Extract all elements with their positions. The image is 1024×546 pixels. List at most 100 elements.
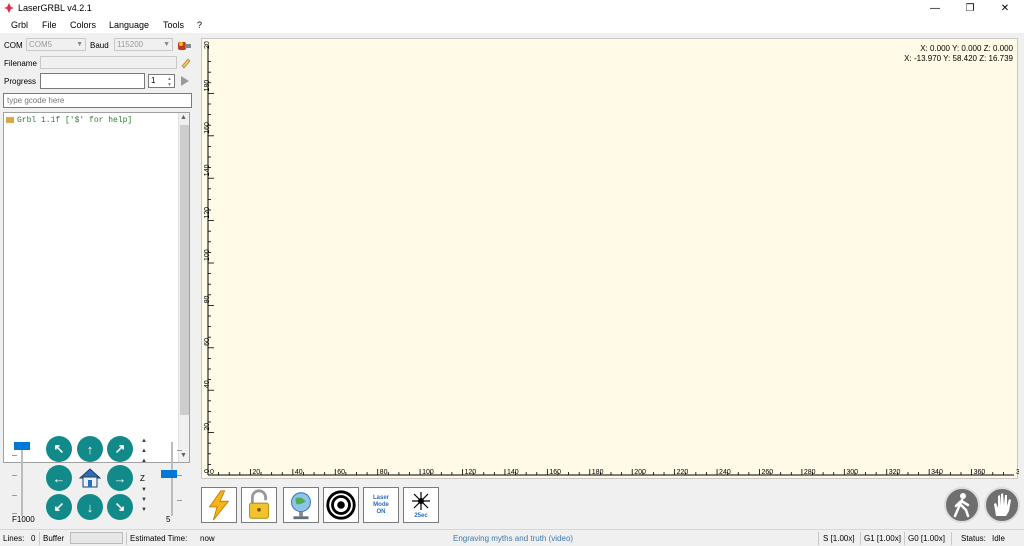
slider-tick (177, 500, 182, 501)
feed-rate-label: F1000 (12, 515, 35, 524)
z-up-small-button[interactable]: ▲ (141, 458, 147, 464)
feed-slider-track (21, 442, 23, 516)
arrow-down-left-icon: ↙ (53, 499, 65, 514)
g1-override[interactable]: G1 [1.00x] (864, 534, 901, 543)
plot-axes: 0 20 40 60 80 100 120 140 160 180 200 220 240 260 280 3… (204, 41, 1019, 476)
jog-down-right-button[interactable]: ↘ (107, 494, 133, 520)
menu-colors[interactable]: Colors (70, 20, 96, 30)
menu-tools[interactable]: Tools (163, 20, 184, 30)
work-area-preview[interactable]: 0 20 40 60 80 100 120 140 160 180 200 220 240 260 280 3… (201, 38, 1019, 479)
minimize-button[interactable]: — (920, 0, 950, 17)
x-tick-label: 260 (761, 469, 773, 476)
jog-down-left-button[interactable]: ↙ (46, 494, 72, 520)
buffer-progress-bar (70, 532, 123, 544)
x-tick-label: 320 (889, 469, 901, 476)
progress-bar (40, 73, 145, 89)
status-bar: Lines: 0 Buffer Estimated Time: now Engr… (0, 529, 1024, 546)
x-tick-label: 300 (846, 469, 858, 476)
step-slider-thumb[interactable] (161, 470, 177, 478)
scroll-down-icon[interactable]: ▼ (180, 452, 187, 459)
engraving-myths-link[interactable]: Engraving myths and truth (video) (453, 534, 573, 543)
y-tick-label: 140 (204, 164, 211, 176)
z-down-small-button[interactable]: ▼ (141, 487, 147, 493)
menu-language[interactable]: Language (109, 20, 149, 30)
connect-icon[interactable] (177, 39, 192, 52)
home-icon[interactable] (77, 465, 103, 491)
baud-label: Baud (90, 41, 109, 50)
slider-tick (177, 475, 182, 476)
com-port-value: COM5 (29, 40, 53, 49)
x-tick-label: 160 (549, 469, 561, 476)
progress-label: Progress (4, 77, 37, 86)
console-scrollbar[interactable]: ▲ ▼ (178, 113, 189, 462)
estimated-time-value: now (200, 534, 215, 543)
feed-slider-thumb[interactable] (14, 442, 30, 450)
menu-grbl[interactable]: Grbl (11, 20, 28, 30)
x-tick-label: 280 (804, 469, 816, 476)
z-down-medium-button[interactable]: ▼ (141, 497, 147, 503)
open-file-icon[interactable] (180, 57, 192, 69)
z-down-big-button[interactable]: ▼ (141, 507, 147, 513)
lines-label: Lines: (3, 534, 25, 543)
work-coordinates: X: 0.000 Y: 0.000 Z: 0.000 (920, 44, 1013, 53)
spindle-override[interactable]: S [1.00x] (823, 534, 855, 543)
copies-stepper[interactable]: 1 ▲ ▼ (148, 74, 175, 88)
step-size-label: 5 (166, 515, 171, 524)
gcode-command-input[interactable] (3, 93, 192, 108)
status-separator (904, 532, 905, 545)
machine-coordinates: X: -13.970 Y: 58.420 Z: 16.739 (904, 54, 1013, 63)
unlock-button[interactable] (241, 487, 277, 523)
g0-override[interactable]: G0 [1.00x] (908, 534, 945, 543)
y-tick-label: 100 (204, 249, 211, 261)
menu-help[interactable]: ? (197, 20, 202, 30)
scroll-up-icon[interactable]: ▲ (180, 114, 187, 121)
com-port-select[interactable]: COM5 ▼ (26, 38, 86, 51)
jog-up-button[interactable]: ↑ (77, 436, 103, 462)
status-separator (818, 532, 819, 545)
menu-file[interactable]: File (42, 20, 57, 30)
jog-up-left-button[interactable]: ↖ (46, 436, 72, 462)
focus-button[interactable]: 25ec (403, 487, 439, 523)
stop-button[interactable] (984, 487, 1020, 523)
walk-button[interactable] (944, 487, 980, 523)
filename-label: Filename (4, 59, 37, 68)
baud-select[interactable]: 115200 ▼ (114, 38, 173, 51)
slider-tick (12, 513, 17, 514)
z-axis-label: Z (140, 474, 145, 483)
jog-right-button[interactable]: → (107, 465, 133, 491)
jog-down-button[interactable]: ↓ (77, 494, 103, 520)
z-up-medium-button[interactable]: ▲ (141, 448, 147, 454)
y-tick-label: 20 (204, 423, 211, 431)
received-icon (6, 117, 14, 123)
arrow-up-right-icon: ↗ (114, 441, 126, 456)
close-button[interactable]: ✕ (990, 0, 1020, 17)
x-tick-label: 40 (295, 469, 303, 476)
focus-duration-text: 25ec (414, 513, 428, 519)
status-separator (126, 532, 127, 545)
y-tick-label: 0 (204, 469, 211, 473)
scrollbar-thumb[interactable] (180, 125, 189, 415)
run-icon[interactable] (180, 75, 190, 87)
reset-lightning-button[interactable] (201, 487, 237, 523)
jog-up-right-button[interactable]: ↗ (107, 436, 133, 462)
y-tick-label: 60 (204, 338, 211, 346)
estimated-time-label: Estimated Time: (130, 534, 188, 543)
spiral-button[interactable] (323, 487, 359, 523)
restore-button[interactable]: ❐ (955, 0, 985, 17)
window-title: LaserGRBL v4.2.1 (18, 3, 92, 13)
filename-field (40, 56, 177, 69)
x-tick-label: 180 (592, 469, 604, 476)
console-log[interactable]: Grbl 1.1f ['$' for help] ▲ ▼ (3, 112, 190, 463)
copies-value: 1 (151, 76, 156, 85)
laser-mode-button[interactable]: Laser Mode ON (363, 487, 399, 523)
z-up-big-button[interactable]: ▲ (141, 438, 147, 444)
x-tick-label: 220 (677, 469, 689, 476)
status-separator (951, 532, 952, 545)
com-label: COM (4, 41, 23, 50)
jog-left-button[interactable]: ← (46, 465, 72, 491)
x-tick-label: 100 (422, 469, 434, 476)
slider-tick (12, 455, 17, 456)
laser-app-icon (4, 3, 14, 13)
x-tick-label: 140 (507, 469, 519, 476)
globe-home-button[interactable] (283, 487, 319, 523)
